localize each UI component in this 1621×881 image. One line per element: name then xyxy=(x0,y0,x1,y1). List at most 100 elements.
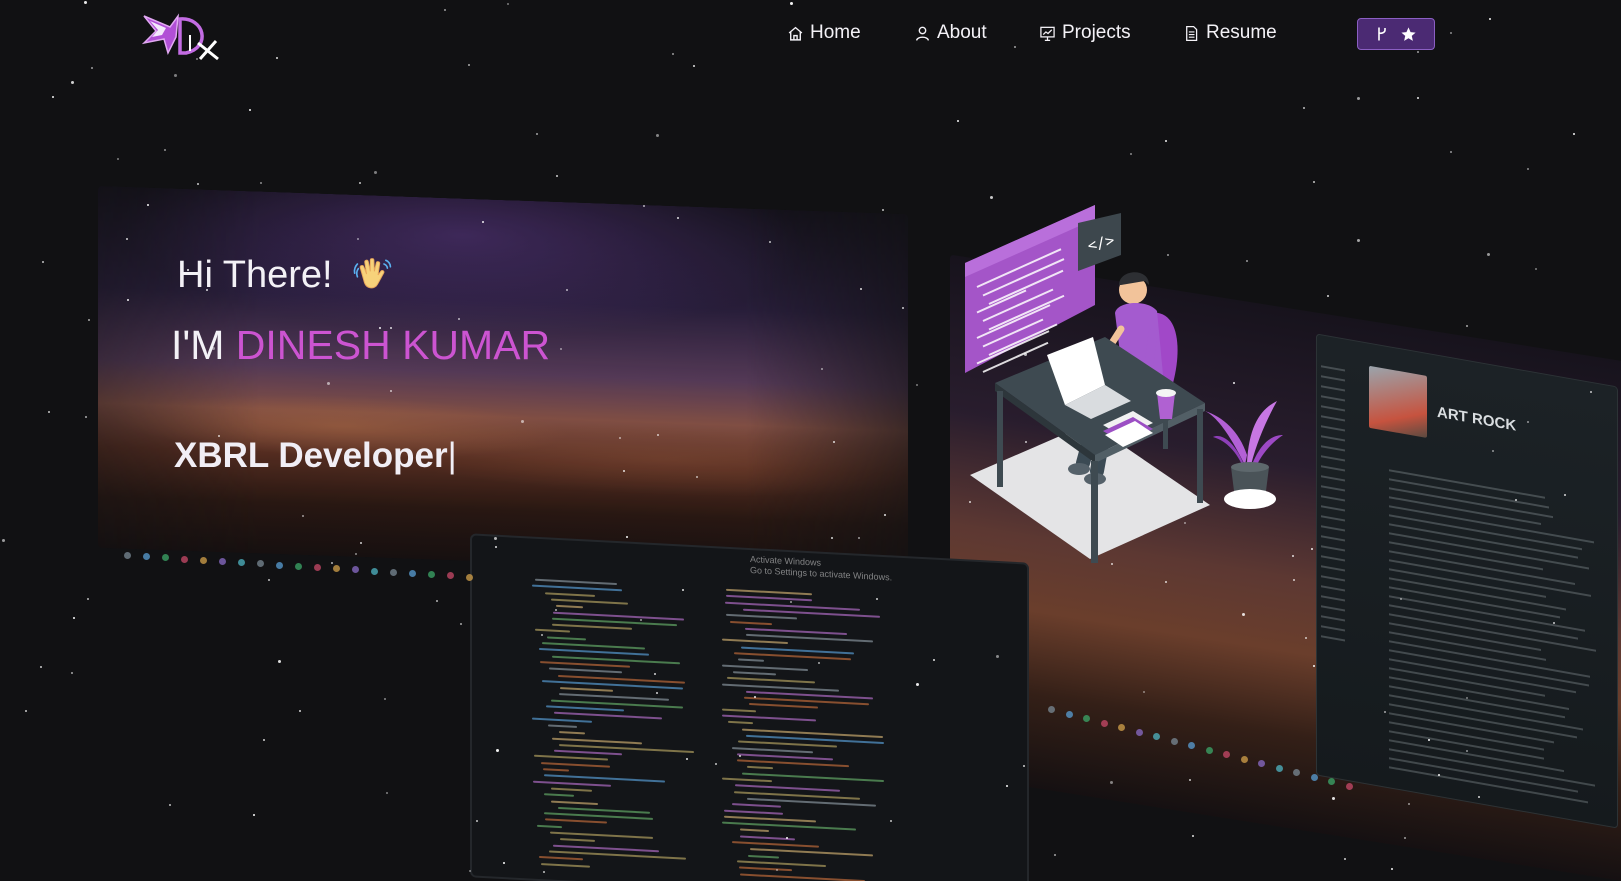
background-code-editor-screen: Activate Windows Go to Settings to activ… xyxy=(470,533,1029,881)
track-row xyxy=(1389,514,1582,551)
star xyxy=(682,589,684,591)
code-line xyxy=(552,623,632,630)
star xyxy=(1564,494,1566,496)
star xyxy=(933,659,935,661)
star xyxy=(1535,268,1537,270)
code-line xyxy=(556,605,583,609)
sidebar-row xyxy=(1321,415,1345,422)
star xyxy=(786,837,788,839)
star xyxy=(386,792,388,794)
code-line xyxy=(549,667,622,674)
github-fork-star-button[interactable] xyxy=(1357,18,1435,50)
star xyxy=(626,536,628,538)
star xyxy=(555,609,557,611)
greeting-text: Hi There! xyxy=(177,253,333,296)
sidebar-row xyxy=(1321,495,1345,502)
star xyxy=(1515,499,1517,501)
star xyxy=(469,870,471,872)
album-cover-image xyxy=(1369,365,1427,438)
sidebar-row xyxy=(1321,565,1345,572)
star xyxy=(790,2,793,5)
star xyxy=(693,65,695,67)
sidebar-row xyxy=(1321,545,1345,552)
star xyxy=(84,1,87,4)
star xyxy=(1527,168,1529,170)
star xyxy=(1487,253,1490,256)
code-line xyxy=(732,746,813,753)
star xyxy=(263,739,265,741)
star xyxy=(556,175,558,177)
waving-hand-icon xyxy=(353,258,391,289)
taskbar-app-icon xyxy=(200,556,207,564)
code-line xyxy=(539,856,583,861)
nav-home[interactable]: Home xyxy=(787,22,861,44)
star xyxy=(1384,711,1386,713)
star xyxy=(916,384,918,386)
nav-resume[interactable]: Resume xyxy=(1183,22,1277,44)
sidebar-row xyxy=(1321,455,1345,462)
star xyxy=(657,434,659,436)
star xyxy=(884,514,886,516)
star xyxy=(1143,691,1145,693)
taskbar-app-icon xyxy=(1135,728,1143,736)
star xyxy=(656,134,659,137)
code-line xyxy=(749,703,818,709)
code-line xyxy=(722,664,808,671)
nav-about-label: About xyxy=(937,22,987,43)
star xyxy=(117,158,119,160)
track-row xyxy=(1389,595,1585,632)
star xyxy=(1404,837,1406,839)
hero-role-typewriter: XBRL Developer| xyxy=(174,436,457,476)
star xyxy=(127,299,129,301)
presentation-icon xyxy=(1040,26,1055,41)
star xyxy=(541,634,543,636)
star xyxy=(776,869,778,871)
star xyxy=(458,318,460,320)
star xyxy=(355,553,357,555)
code-line xyxy=(722,708,756,713)
code-line xyxy=(726,595,812,602)
code-line xyxy=(547,636,586,641)
star xyxy=(476,820,478,822)
sidebar-row xyxy=(1321,405,1345,412)
star-icon xyxy=(1400,26,1416,41)
star xyxy=(769,241,771,243)
plant xyxy=(1205,401,1283,509)
star xyxy=(1130,153,1132,155)
sidebar-row xyxy=(1321,595,1345,602)
code-line xyxy=(730,620,772,625)
nav-projects[interactable]: Projects xyxy=(1039,22,1131,44)
nav-projects-label: Projects xyxy=(1062,22,1131,43)
star xyxy=(359,182,361,184)
nav-resume-label: Resume xyxy=(1206,22,1277,43)
taskbar-app-icon xyxy=(219,558,226,565)
sidebar-row xyxy=(1321,465,1345,472)
star xyxy=(169,804,171,806)
star xyxy=(503,862,505,864)
star xyxy=(1553,622,1555,624)
taskbar-app-icon xyxy=(371,567,378,575)
code-line xyxy=(534,755,608,761)
code-line xyxy=(724,809,783,815)
star xyxy=(253,814,255,816)
star xyxy=(268,579,270,581)
background-desert-photo xyxy=(98,185,908,577)
code-line xyxy=(722,714,816,722)
taskbar-app-icon xyxy=(1223,751,1230,758)
star xyxy=(1303,107,1305,109)
star xyxy=(1006,785,1008,787)
track-row xyxy=(1389,694,1583,731)
star xyxy=(858,537,860,539)
star xyxy=(656,692,658,694)
code-line xyxy=(740,828,769,833)
nav-about[interactable]: About xyxy=(914,22,987,44)
taskbar-app-icon xyxy=(466,573,473,581)
taskbar-app-icon xyxy=(1083,715,1090,722)
star xyxy=(85,416,87,418)
code-line xyxy=(559,731,585,735)
star xyxy=(174,74,177,77)
star xyxy=(818,662,820,664)
star xyxy=(495,546,497,548)
navbar: Home About Projects Resume xyxy=(0,16,1621,52)
taskbar-app-icon xyxy=(1328,778,1335,785)
